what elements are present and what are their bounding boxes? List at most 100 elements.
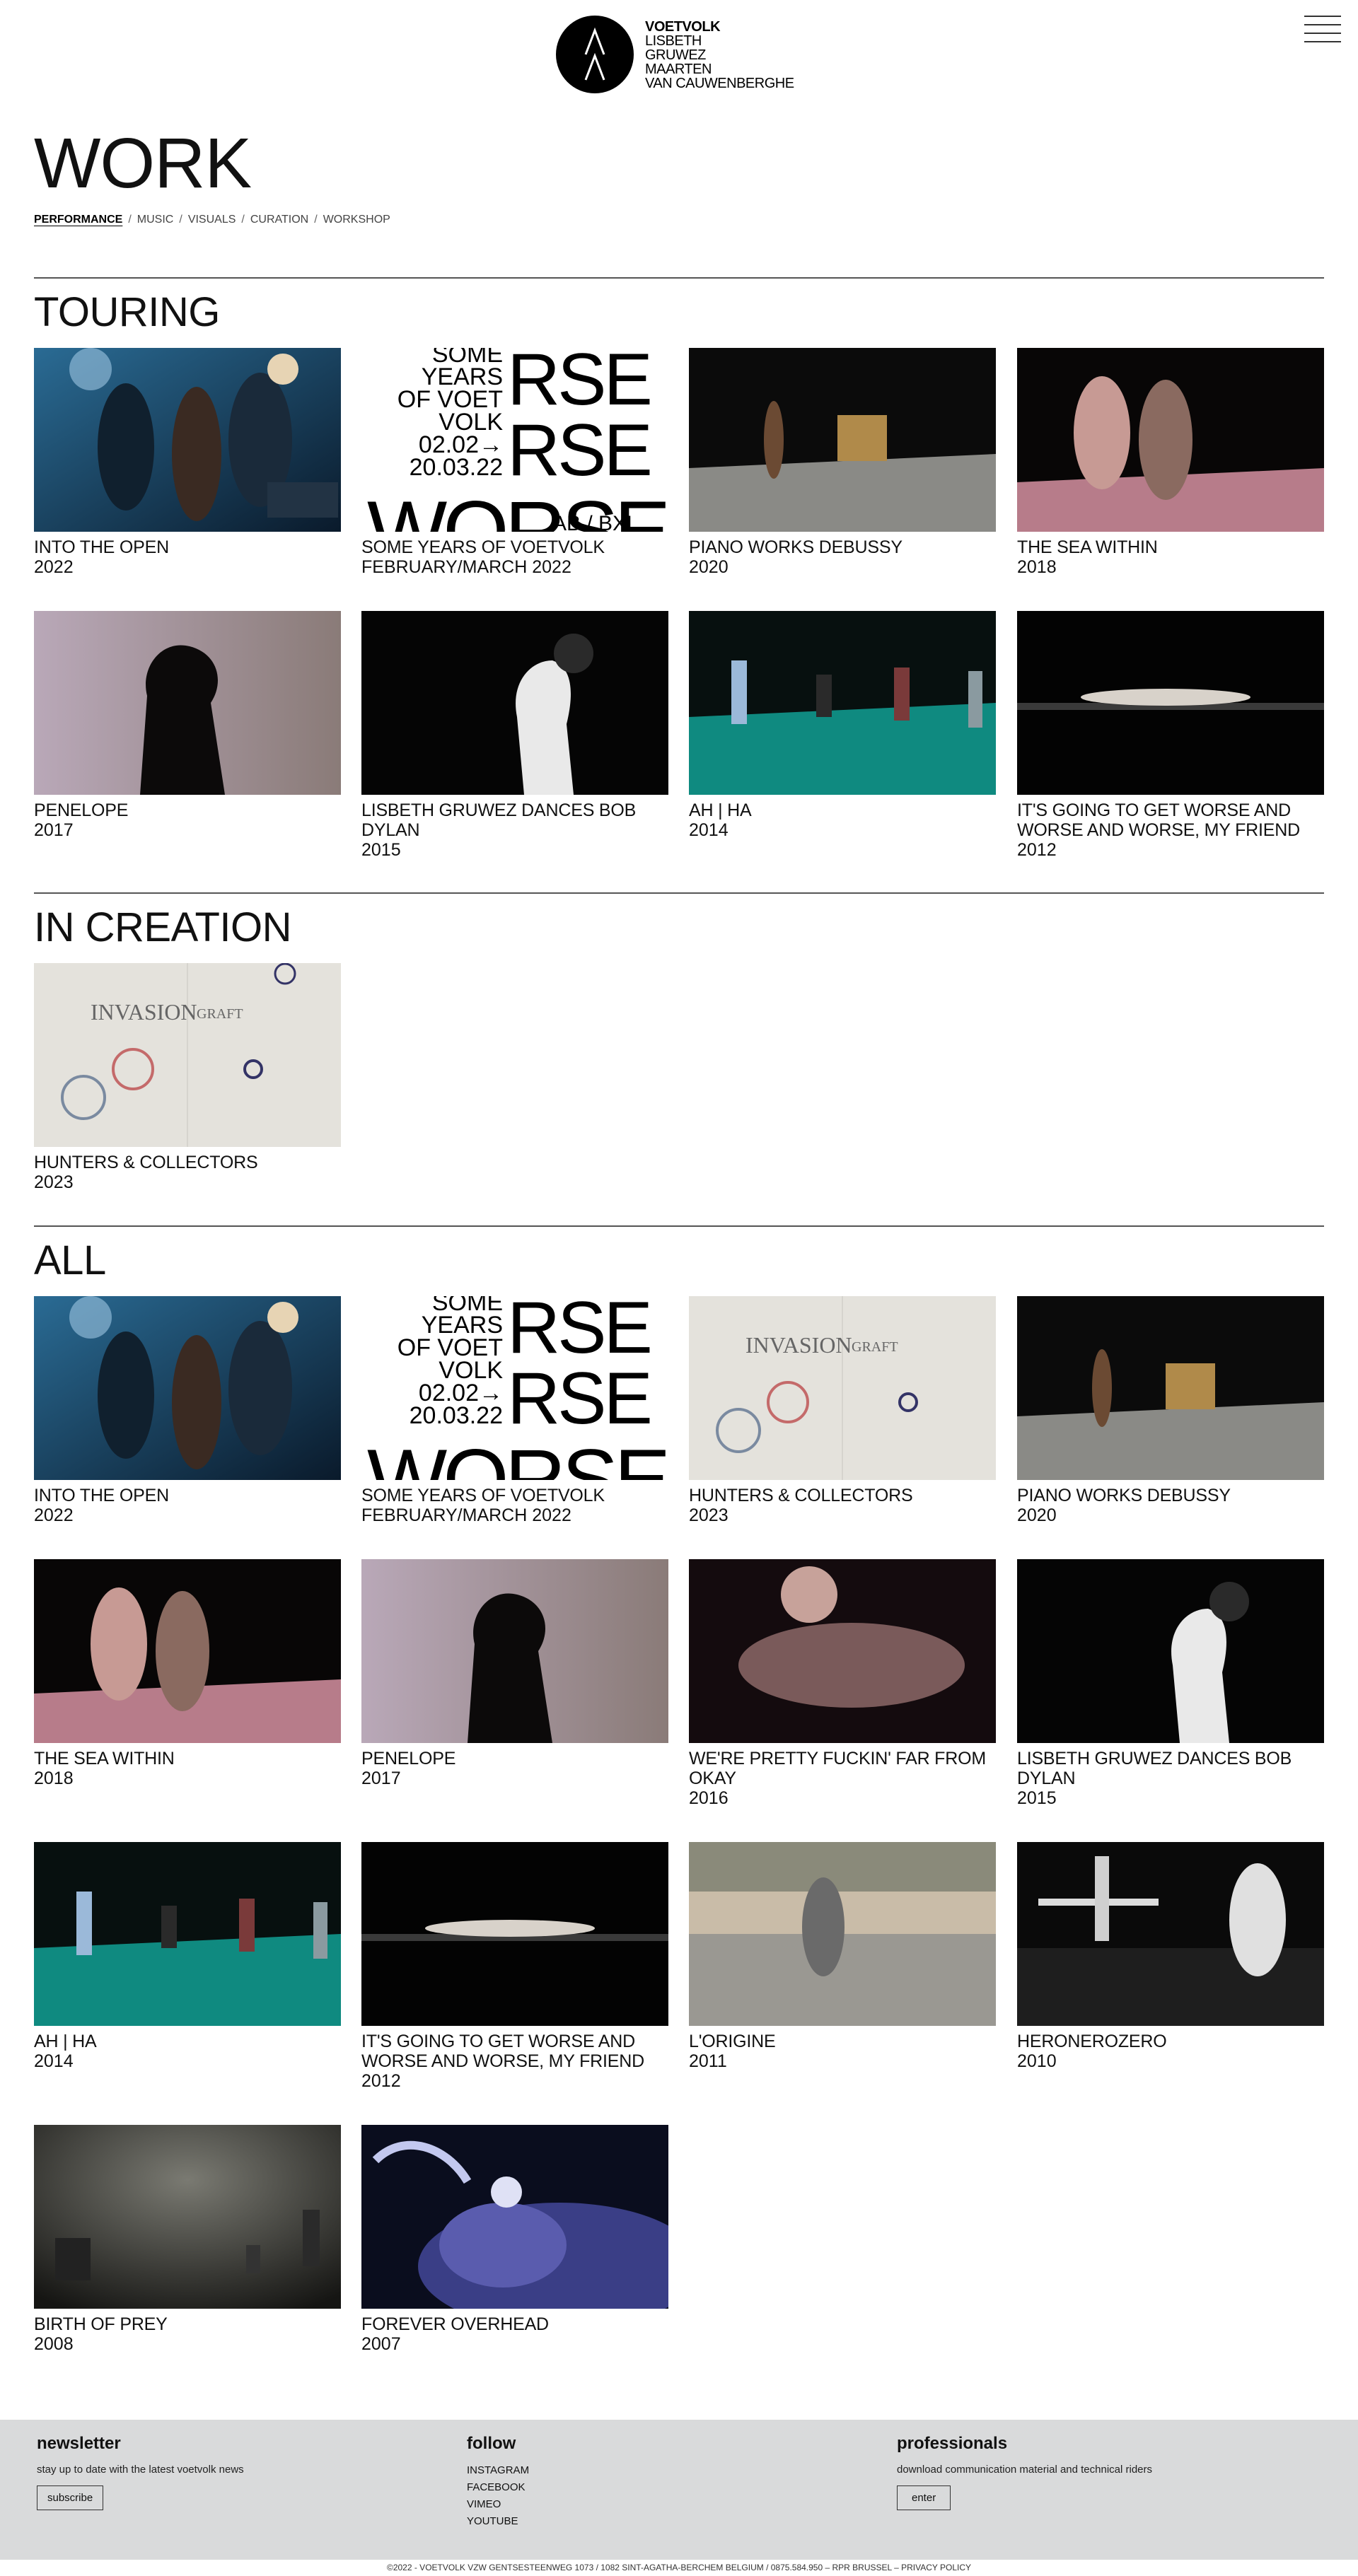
work-title: HERONEROZERO bbox=[1017, 2032, 1167, 2051]
work-title: HUNTERS & COLLECTORS bbox=[34, 1153, 258, 1172]
section-in-creation: IN CREATION INVASION GRAFT HUNTERS & COLL… bbox=[34, 892, 1324, 1192]
divider bbox=[34, 277, 1324, 279]
enter-button[interactable]: enter bbox=[897, 2485, 951, 2510]
work-title: WE'RE PRETTY FUCKIN' FAR FROM OKAY bbox=[689, 1749, 986, 1788]
work-title: PENELOPE bbox=[361, 1749, 456, 1768]
work-card[interactable]: IT'S GOING TO GET WORSE AND WORSE AND WO… bbox=[361, 1842, 668, 2091]
work-title: LISBETH GRUWEZ DANCES BOB DYLAN bbox=[361, 800, 637, 840]
thumb-into-the-open bbox=[34, 348, 341, 532]
work-title: INTO THE OPEN bbox=[34, 537, 169, 557]
thumb-into-the-open bbox=[34, 1296, 341, 1480]
work-year: 2015 bbox=[361, 840, 401, 860]
work-year: 2008 bbox=[34, 2334, 74, 2354]
work-year: 2018 bbox=[34, 1768, 74, 1788]
category-filters: PERFORMANCE / MUSIC / VISUALS / CURATION / WORKS… bbox=[34, 214, 390, 226]
thumb-heronerozero bbox=[1017, 1842, 1324, 2026]
thumb-hunters-and-collectors: INVASION GRAFT bbox=[34, 963, 341, 1147]
work-title: SOME YEARS OF VOETVOLK bbox=[361, 1486, 605, 1505]
footer-follow: follow INSTAGRAM FACEBOOK VIMEO YOUTUBE bbox=[467, 2434, 529, 2530]
site-footer: newsletter stay up to date with the late… bbox=[0, 2420, 1358, 2560]
section-title-all: ALL bbox=[34, 1237, 106, 1283]
work-card[interactable]: PIANO WORKS DEBUSSY 2020 bbox=[689, 348, 996, 577]
work-card[interactable]: PENELOPE 2017 bbox=[361, 1559, 668, 1788]
svg-text:RSE: RSE bbox=[507, 409, 650, 491]
svg-text:GRAFT: GRAFT bbox=[852, 1339, 898, 1355]
work-title: INTO THE OPEN bbox=[34, 1486, 169, 1505]
thumb-ah-ha bbox=[689, 611, 996, 795]
hamburger-menu-icon[interactable] bbox=[1304, 16, 1341, 47]
work-year: 2010 bbox=[1017, 2051, 1057, 2071]
work-card[interactable]: HERONEROZERO 2010 bbox=[1017, 1842, 1324, 2071]
thumb-hunters-and-collectors: INVASION GRAFT bbox=[689, 1296, 996, 1480]
newsletter-title: newsletter bbox=[37, 2434, 121, 2453]
thumb-birth-of-prey bbox=[34, 2125, 341, 2309]
vimeo-link[interactable]: VIMEO bbox=[467, 2496, 529, 2513]
work-card[interactable]: AH | HA 2014 bbox=[689, 611, 996, 840]
filter-visuals[interactable]: VISUALS bbox=[188, 214, 236, 226]
work-card[interactable]: THE SEA WITHIN 2018 bbox=[34, 1559, 341, 1788]
work-card[interactable]: THE SEA WITHIN 2018 bbox=[1017, 348, 1324, 577]
work-card[interactable]: LISBETH GRUWEZ DANCES BOB DYLAN 2015 bbox=[361, 611, 668, 860]
work-card[interactable]: SOME YEARS OF VOET VOLK 02.02→ 20.03.22 RSE RSE… bbox=[361, 348, 668, 577]
legal-line: ©2022 - VOETVOLK VZW GENTSESTEENWEG 1073… bbox=[386, 2563, 972, 2572]
facebook-link[interactable]: FACEBOOK bbox=[467, 2479, 529, 2496]
work-title: PIANO WORKS DEBUSSY bbox=[1017, 1486, 1231, 1505]
work-card[interactable]: LISBETH GRUWEZ DANCES BOB DYLAN 2015 bbox=[1017, 1559, 1324, 1808]
work-year: 2020 bbox=[1017, 1505, 1057, 1525]
work-card[interactable]: IT'S GOING TO GET WORSE AND WORSE AND WO… bbox=[1017, 611, 1324, 860]
work-year: 2011 bbox=[689, 2051, 727, 2071]
work-card[interactable]: INTO THE OPEN 2022 bbox=[34, 1296, 341, 1525]
professionals-text: download communication material and tech… bbox=[897, 2464, 1153, 2476]
work-year: 2023 bbox=[34, 1172, 74, 1192]
work-card[interactable]: PIANO WORKS DEBUSSY 2020 bbox=[1017, 1296, 1324, 1525]
filter-music[interactable]: MUSIC bbox=[137, 214, 174, 226]
thumb-bob-dylan bbox=[1017, 1559, 1324, 1743]
work-card[interactable]: FOREVER OVERHEAD 2007 bbox=[361, 2125, 668, 2354]
work-card[interactable]: INVASION GRAFT HUNTERS & COLLECTORS 2023 bbox=[689, 1296, 996, 1525]
thumb-penelope bbox=[34, 611, 341, 795]
thumb-piano-works-debussy bbox=[1017, 1296, 1324, 1480]
work-card[interactable]: INTO THE OPEN 2022 bbox=[34, 348, 341, 577]
thumb-penelope bbox=[361, 1559, 668, 1743]
site-header: VOETVOLK LISBETH GRUWEZ MAARTEN VAN CAUW… bbox=[0, 0, 1358, 106]
work-card[interactable]: SOME YEARS OF VOET VOLK 02.02→ 20.03.22 RSE RSE… bbox=[361, 1296, 668, 1525]
svg-text:GRAFT: GRAFT bbox=[197, 1006, 243, 1022]
svg-text:20.03.22: 20.03.22 bbox=[410, 1402, 503, 1429]
work-card[interactable]: PENELOPE 2017 bbox=[34, 611, 341, 840]
work-year: 2022 bbox=[34, 557, 74, 577]
work-year: 2016 bbox=[689, 1788, 729, 1808]
work-year: 2015 bbox=[1017, 1788, 1057, 1808]
divider bbox=[34, 1225, 1324, 1227]
work-title: SOME YEARS OF VOETVOLK bbox=[361, 537, 605, 557]
social-links: INSTAGRAM FACEBOOK VIMEO YOUTUBE bbox=[467, 2462, 529, 2530]
work-card[interactable]: L'ORIGINE 2011 bbox=[689, 1842, 996, 2071]
instagram-link[interactable]: INSTAGRAM bbox=[467, 2462, 529, 2479]
work-card[interactable]: BIRTH OF PREY 2008 bbox=[34, 2125, 341, 2354]
svg-text:INVASION: INVASION bbox=[745, 1332, 852, 1358]
thumb-some-years-poster: SOME YEARS OF VOET VOLK 02.02→ 20.03.22 RSE RSE… bbox=[361, 348, 668, 532]
divider bbox=[34, 892, 1324, 894]
logo-mark-icon bbox=[556, 16, 634, 93]
work-title: FOREVER OVERHEAD bbox=[361, 2314, 549, 2334]
logo-name-1: LISBETH bbox=[645, 33, 702, 49]
work-year: 2012 bbox=[1017, 840, 1057, 860]
filter-curation[interactable]: CURATION bbox=[250, 214, 308, 226]
footer-newsletter: newsletter stay up to date with the late… bbox=[37, 2434, 244, 2510]
thumb-pretty-far-from-okay bbox=[689, 1559, 996, 1743]
work-year: 2017 bbox=[34, 820, 74, 840]
thumb-its-going-to-get-worse bbox=[361, 1842, 668, 2026]
filter-workshop[interactable]: WORKSHOP bbox=[323, 214, 390, 226]
work-card[interactable]: AH | HA 2014 bbox=[34, 1842, 341, 2071]
filter-performance[interactable]: PERFORMANCE bbox=[34, 214, 122, 226]
work-year: 2020 bbox=[689, 557, 729, 577]
work-card[interactable]: WE'RE PRETTY FUCKIN' FAR FROM OKAY 2016 bbox=[689, 1559, 996, 1808]
svg-text:AB / BXL: AB / BXL bbox=[552, 512, 639, 532]
work-card[interactable]: INVASION GRAFT HUNTERS & COLLECTORS 2023 bbox=[34, 963, 341, 1192]
youtube-link[interactable]: YOUTUBE bbox=[467, 2513, 529, 2530]
follow-title: follow bbox=[467, 2434, 516, 2453]
work-title: THE SEA WITHIN bbox=[34, 1749, 175, 1768]
thumb-its-going-to-get-worse bbox=[1017, 611, 1324, 795]
subscribe-button[interactable]: subscribe bbox=[37, 2485, 104, 2510]
professionals-title: professionals bbox=[897, 2434, 1008, 2453]
logo[interactable]: VOETVOLK LISBETH GRUWEZ MAARTEN VAN CAUW… bbox=[556, 16, 794, 93]
